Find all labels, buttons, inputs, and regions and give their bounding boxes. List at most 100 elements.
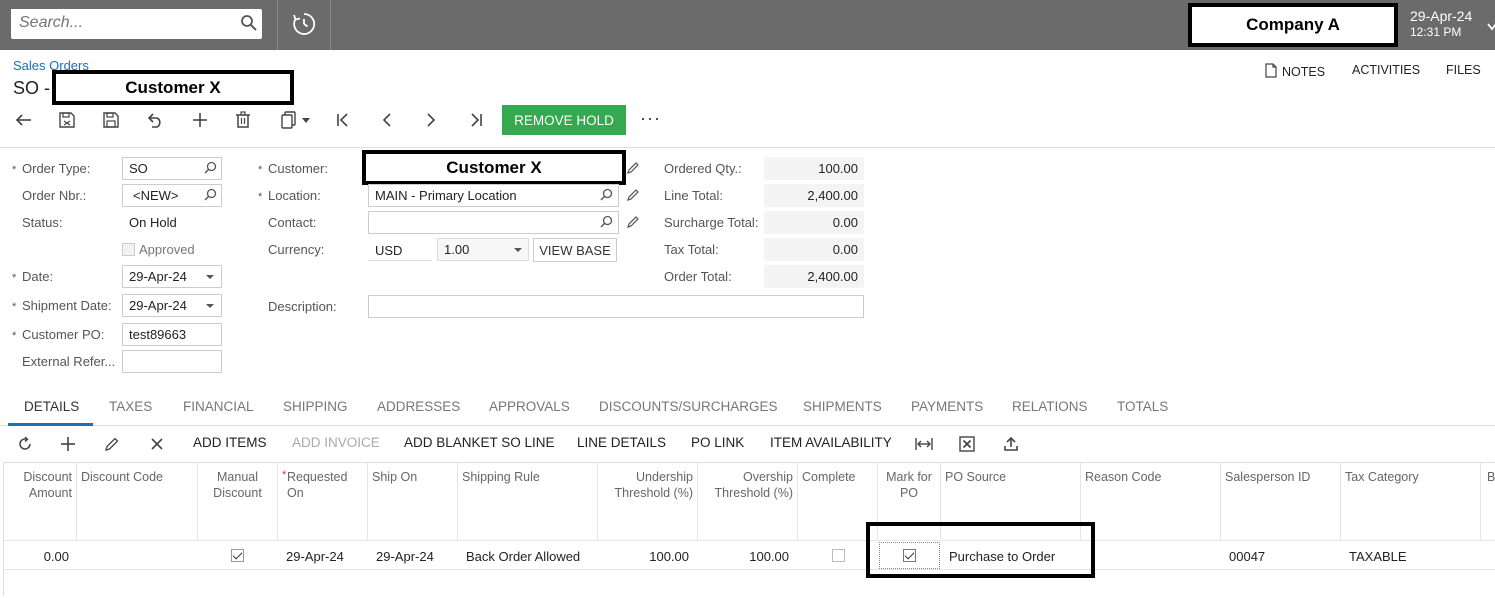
history-button[interactable] (278, 0, 330, 50)
cell-salesperson-id[interactable]: 00047 (1229, 549, 1265, 564)
files-link[interactable]: FILES (1446, 63, 1481, 77)
delete-icon[interactable] (233, 110, 253, 130)
tab-details[interactable]: DETAILS (24, 399, 79, 414)
dropdown-arrow-icon[interactable] (206, 275, 214, 279)
search-icon[interactable] (240, 14, 258, 35)
dropdown-arrow-icon[interactable] (206, 304, 214, 308)
table-row[interactable]: 0.00 29-Apr-24 29-Apr-24 Back Order Allo… (3, 540, 1495, 570)
external-ref-field[interactable] (122, 350, 222, 373)
col-trailing[interactable]: Bi Ni (1481, 463, 1495, 540)
tab-discounts-surcharges[interactable]: DISCOUNTS/SURCHARGES (599, 399, 778, 414)
ordered-qty-label: Ordered Qty.: (664, 161, 742, 176)
next-record-icon[interactable] (421, 110, 441, 130)
refresh-icon[interactable] (15, 434, 35, 454)
search-input[interactable] (11, 9, 231, 37)
location-field[interactable]: MAIN - Primary Location (368, 184, 619, 207)
excel-export-icon[interactable] (957, 434, 977, 454)
add-row-icon[interactable] (58, 434, 78, 454)
tab-shipping[interactable]: SHIPPING (283, 399, 348, 414)
back-icon[interactable] (14, 110, 34, 130)
last-record-icon[interactable] (466, 110, 486, 130)
grid-toolbar: ADD ITEMS ADD INVOICE ADD BLANKET SO LIN… (0, 428, 1495, 460)
cell-requested-on[interactable]: 29-Apr-24 (286, 549, 344, 564)
datetime[interactable]: 29-Apr-24 12:31 PM (1410, 8, 1472, 39)
ordered-qty-value: 100.00 (764, 157, 864, 180)
required-marker: * (12, 272, 17, 284)
edit-pencil-icon[interactable] (626, 188, 640, 205)
tab-taxes[interactable]: TAXES (109, 399, 152, 414)
col-requested-on-label: Requested On (287, 470, 348, 500)
customer-field[interactable]: Customer X (362, 150, 626, 185)
tab-relations[interactable]: RELATIONS (1012, 399, 1088, 414)
cell-discount-amount[interactable]: 0.00 (3, 549, 69, 564)
col-reason-code[interactable]: Reason Code (1081, 463, 1221, 540)
approved-checkbox[interactable] (122, 243, 135, 256)
add-icon[interactable] (190, 110, 210, 130)
cell-shipping-rule[interactable]: Back Order Allowed (466, 549, 580, 564)
tab-totals[interactable]: TOTALS (1117, 399, 1168, 414)
line-total-label: Line Total: (664, 188, 724, 203)
tab-payments[interactable]: PAYMENTS (911, 399, 983, 414)
save-close-icon[interactable] (57, 110, 77, 130)
manual-discount-checkbox[interactable] (231, 549, 244, 562)
fit-columns-icon[interactable] (914, 434, 934, 454)
edit-pencil-icon[interactable] (626, 215, 640, 232)
notes-link[interactable]: NOTES (1265, 63, 1325, 81)
customer-po-field[interactable]: test89663 (122, 323, 222, 346)
remove-hold-button[interactable]: REMOVE HOLD (502, 105, 626, 135)
dropdown-arrow-icon[interactable] (514, 248, 522, 252)
first-record-icon[interactable] (333, 110, 353, 130)
col-discount-amount[interactable]: Discount Amount (3, 463, 77, 540)
delete-row-icon[interactable] (147, 434, 167, 454)
col-salesperson-id[interactable]: Salesperson ID (1221, 463, 1341, 540)
notes-label: NOTES (1282, 65, 1326, 79)
top-bar: Company A 29-Apr-24 12:31 PM (0, 0, 1495, 50)
caret-down-icon[interactable] (299, 110, 313, 130)
col-requested-on[interactable]: * Requested On (278, 463, 368, 540)
tab-addresses[interactable]: ADDRESSES (377, 399, 460, 414)
col-ship-on[interactable]: Ship On (368, 463, 458, 540)
copy-paste-icon[interactable] (279, 110, 299, 130)
search-box[interactable] (11, 9, 262, 39)
line-details-button[interactable]: LINE DETAILS (577, 435, 666, 450)
add-items-button[interactable]: ADD ITEMS (193, 435, 267, 450)
undo-icon[interactable] (145, 110, 165, 130)
search-icon[interactable] (204, 188, 217, 204)
add-blanket-so-line-button[interactable]: ADD BLANKET SO LINE (404, 435, 555, 450)
more-actions-icon[interactable]: ··· (640, 108, 661, 129)
contact-field[interactable] (368, 211, 619, 234)
edit-pencil-icon[interactable] (626, 161, 640, 178)
po-link-button[interactable]: PO LINK (691, 435, 744, 450)
col-shipping-rule[interactable]: Shipping Rule (458, 463, 598, 540)
col-tax-category[interactable]: Tax Category (1341, 463, 1481, 540)
tab-approvals[interactable]: APPROVALS (489, 399, 570, 414)
activities-link[interactable]: ACTIVITIES (1352, 63, 1420, 77)
tab-shipments[interactable]: SHIPMENTS (803, 399, 882, 414)
tab-financial[interactable]: FINANCIAL (183, 399, 254, 414)
item-availability-button[interactable]: ITEM AVAILABILITY (770, 435, 892, 450)
save-icon[interactable] (101, 110, 121, 130)
view-base-button[interactable]: VIEW BASE (533, 238, 617, 262)
search-icon[interactable] (600, 188, 613, 204)
col-discount-code[interactable]: Discount Code (77, 463, 198, 540)
completed-checkbox[interactable] (832, 549, 845, 562)
cell-ship-on[interactable]: 29-Apr-24 (376, 549, 434, 564)
col-manual-discount[interactable]: Manual Discount (198, 463, 278, 540)
col-undership-threshold[interactable]: Undership Threshold (%) (598, 463, 698, 540)
cell-tax-category[interactable]: TAXABLE (1349, 549, 1407, 564)
customer-po-label: Customer PO: (22, 327, 105, 342)
description-field[interactable] (368, 295, 864, 318)
active-tab-indicator (8, 423, 93, 426)
edit-icon[interactable] (102, 434, 122, 454)
add-invoice-button[interactable]: ADD INVOICE (292, 435, 380, 450)
currency-code: USD (375, 243, 403, 258)
search-icon[interactable] (600, 215, 613, 231)
company-selector[interactable]: Company A (1188, 3, 1398, 47)
upload-icon[interactable] (1001, 434, 1021, 454)
previous-record-icon[interactable] (377, 110, 397, 130)
search-icon[interactable] (204, 161, 217, 177)
cell-undership[interactable]: 100.00 (598, 549, 689, 564)
cell-overship[interactable]: 100.00 (698, 549, 789, 564)
col-overship-threshold[interactable]: Overship Threshold (%) (698, 463, 798, 540)
chevron-down-icon[interactable] (1487, 18, 1495, 34)
